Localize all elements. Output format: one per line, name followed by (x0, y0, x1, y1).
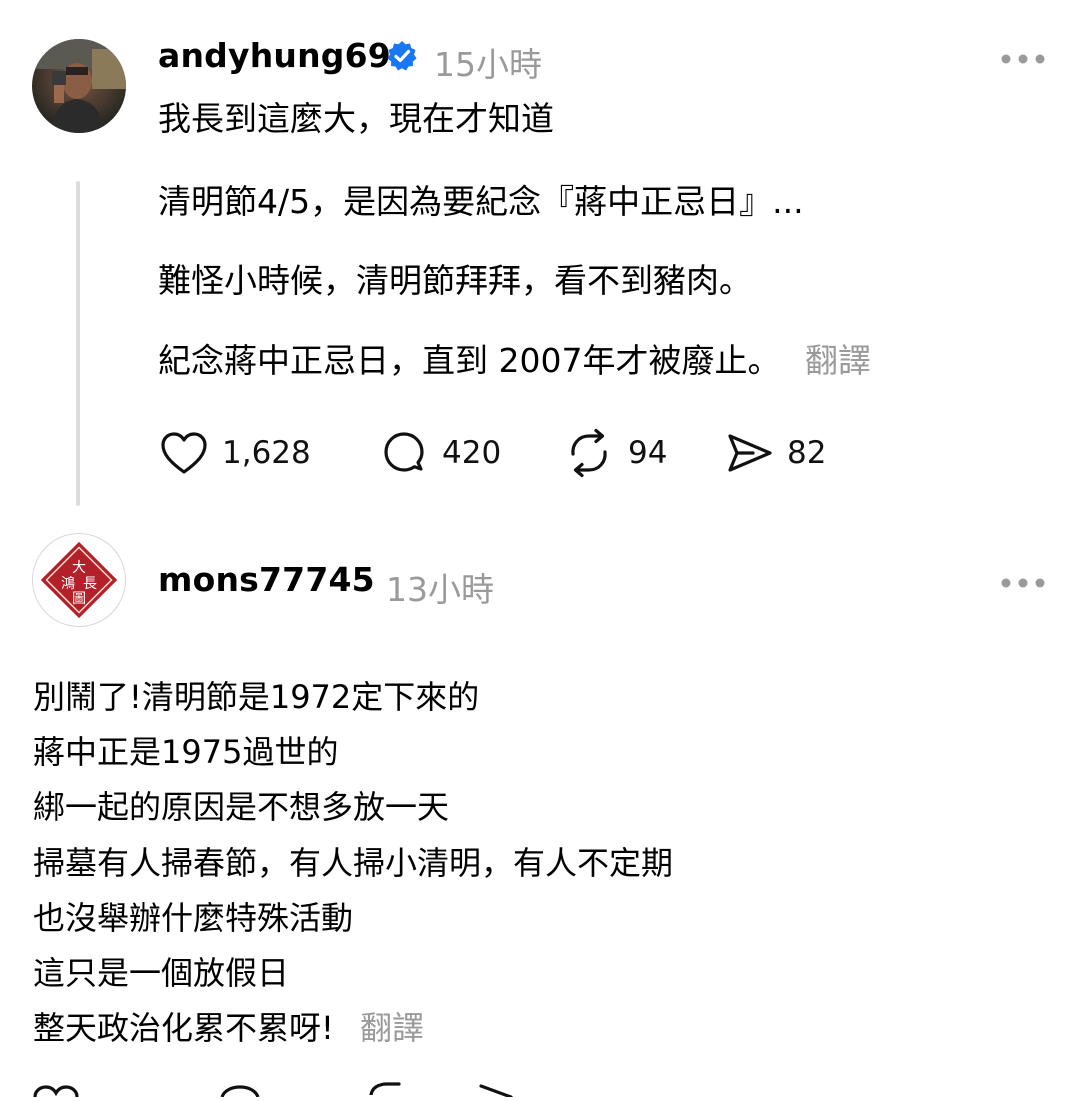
post-username[interactable]: andyhung69 (158, 36, 391, 75)
comment-button[interactable]: 420 (380, 429, 501, 477)
reply-text-line: 也沒舉辦什麼特殊活動 (33, 899, 354, 937)
post-text-line: 清明節4/5，是因為要紀念『蔣中正忌日』... (158, 182, 804, 221)
post-text-line: 紀念蔣中正忌日，直到 2007年才被廢止。 翻譯 (158, 344, 871, 377)
comment-count: 420 (442, 435, 502, 471)
repost-icon (571, 428, 607, 478)
reply-text-content: 整天政治化累不累呀! (33, 1009, 334, 1047)
thread-line (76, 181, 80, 506)
reply-text-line: 綁一起的原因是不想多放一天 (33, 788, 450, 826)
seal-char: 長 (83, 576, 97, 592)
post-text-line: 難怪小時候，清明節拜拜，看不到豬肉。 (158, 261, 752, 300)
seal-char: 大 (72, 560, 86, 576)
seal-logo-icon: 大 長 鴻 圖 (40, 541, 118, 619)
share-count: 82 (787, 435, 827, 471)
repost-button[interactable]: 94 (564, 428, 667, 478)
reply-text-line: 這只是一個放假日 (33, 954, 290, 992)
share-button[interactable]: 82 (727, 432, 826, 474)
translate-link[interactable]: 翻譯 (805, 341, 871, 380)
reply-time: 13小時 (386, 570, 494, 609)
send-icon (728, 434, 772, 472)
reply-username[interactable]: mons77745 (158, 560, 375, 599)
like-button[interactable]: 1,628 (160, 431, 311, 475)
repost-icon[interactable] (362, 1080, 412, 1099)
avatar-photo (32, 39, 126, 133)
heart-icon (161, 432, 207, 474)
post-time: 15小時 (434, 45, 542, 84)
reply-text-line: 蔣中正是1975過世的 (33, 733, 339, 771)
send-icon[interactable] (478, 1082, 524, 1101)
comment-icon[interactable] (216, 1082, 264, 1101)
verified-badge-icon (386, 40, 418, 76)
like-count: 1,628 (222, 435, 311, 471)
heart-icon[interactable] (32, 1082, 80, 1101)
reply-text-line: 整天政治化累不累呀! 翻譯 (33, 1003, 424, 1049)
more-horizontal-icon[interactable] (1000, 50, 1046, 69)
reply-text-line: 別鬧了!清明節是1972定下來的 (33, 678, 480, 716)
more-horizontal-icon[interactable] (1000, 574, 1046, 593)
reply-text-line: 掃墓有人掃春節，有人掃小清明，有人不定期 (33, 844, 674, 882)
repost-count: 94 (628, 435, 668, 471)
avatar[interactable] (32, 39, 126, 133)
post-text-line: 我長到這麼大，現在才知道 (158, 99, 554, 138)
seal-char: 鴻 (61, 576, 75, 592)
comment-icon (384, 432, 424, 472)
translate-link[interactable]: 翻譯 (360, 1009, 424, 1047)
seal-char: 圖 (72, 591, 86, 607)
avatar[interactable]: 大 長 鴻 圖 (32, 533, 126, 627)
post-text-content: 紀念蔣中正忌日，直到 2007年才被廢止。 (158, 341, 781, 380)
